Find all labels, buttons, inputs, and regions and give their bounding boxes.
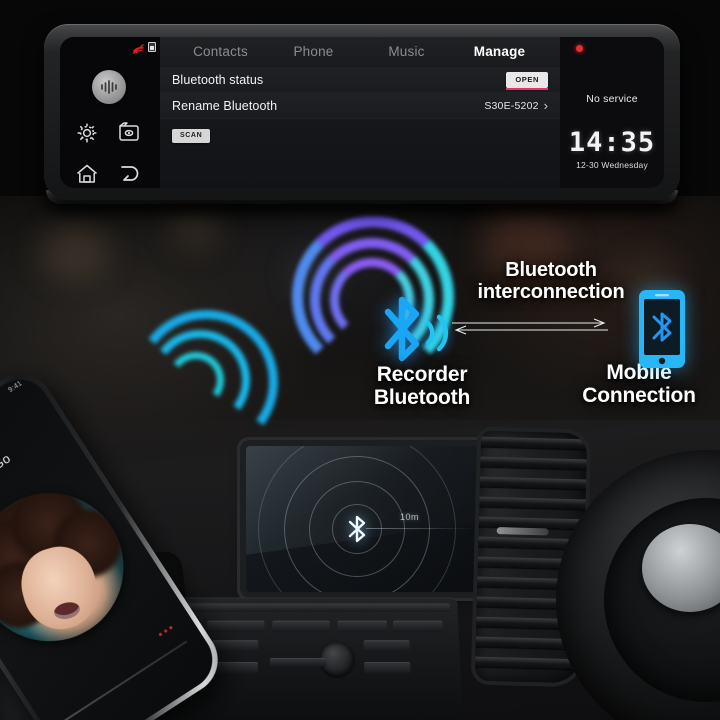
row-rename-bluetooth[interactable]: Rename Bluetooth S30E-5202 › — [160, 93, 560, 119]
recorder-label-line2: Bluetooth — [373, 385, 471, 409]
mobile-label-line2: Connection — [582, 383, 696, 407]
device-screen: Contacts Phone Music Manage Bluetooth st… — [60, 37, 664, 188]
chevron-right-icon[interactable]: › — [544, 99, 548, 112]
bluetooth-interconnection-label: Bluetooth interconnection — [462, 259, 640, 303]
interconnection-label-line2: interconnection — [477, 280, 625, 303]
console-button[interactable] — [364, 661, 411, 674]
screenshot-root: 10m Recorder Bluetooth Bluetooth interco… — [0, 0, 720, 720]
range-label: 10m — [400, 512, 420, 522]
battery-icon — [148, 41, 156, 52]
recorder-bluetooth-label: Recorder Bluetooth — [352, 363, 492, 409]
console-button[interactable] — [337, 620, 388, 633]
device-list-body: SCAN — [160, 119, 560, 188]
settings-gear-icon[interactable] — [72, 118, 102, 148]
home-icon[interactable] — [72, 159, 102, 188]
network-status-label: No service — [586, 93, 638, 105]
device-left-rail — [60, 37, 160, 188]
console-button[interactable] — [269, 658, 327, 667]
row-label: Bluetooth status — [172, 72, 264, 87]
console-button[interactable] — [392, 620, 443, 633]
tab-manage[interactable]: Manage — [453, 44, 546, 59]
bluetooth-recorder-device: Contacts Phone Music Manage Bluetooth st… — [44, 24, 680, 200]
vent-slider[interactable] — [496, 527, 549, 536]
device-status-panel: No service 14:35 12-30 Wednesday — [560, 37, 664, 188]
clock-time: 14:35 — [568, 127, 656, 158]
bluetooth-open-button[interactable]: OPEN — [506, 71, 548, 90]
progress-bar[interactable] — [60, 640, 188, 720]
tab-contacts[interactable]: Contacts — [174, 44, 267, 59]
bluetooth-name-value: S30E-5202 — [484, 99, 539, 112]
back-arrow-icon[interactable] — [114, 159, 144, 188]
mobile-phone-bluetooth-icon — [638, 289, 686, 369]
device-main-panel: Contacts Phone Music Manage Bluetooth st… — [160, 37, 560, 188]
device-status-icons — [132, 41, 156, 54]
camera-view-icon[interactable] — [114, 118, 144, 148]
clock-date: 12-30 Wednesday — [576, 160, 648, 170]
row-bluetooth-status[interactable]: Bluetooth status OPEN — [160, 67, 560, 93]
bokeh-light — [40, 226, 110, 281]
interconnection-label-line1: Bluetooth — [505, 259, 597, 281]
tab-music[interactable]: Music — [360, 44, 453, 59]
bluetooth-logo-icon — [380, 292, 424, 368]
voice-waveform-icon[interactable] — [92, 70, 126, 104]
console-button[interactable] — [363, 640, 410, 653]
car-infotainment-screen[interactable]: 10m — [246, 446, 478, 592]
bluetooth-icon — [342, 514, 372, 544]
recorder-label-line1: Recorder — [376, 363, 468, 386]
console-button[interactable] — [212, 640, 259, 653]
tab-bar: Contacts Phone Music Manage — [160, 37, 560, 67]
more-options-icon[interactable]: ••• — [155, 620, 178, 642]
row-label: Rename Bluetooth — [172, 98, 278, 113]
double-arrow-icon — [452, 318, 608, 338]
tab-phone[interactable]: Phone — [267, 44, 360, 59]
signal-muted-icon — [132, 41, 145, 54]
console-button[interactable] — [272, 620, 330, 633]
radar-distance-line — [366, 528, 476, 529]
status-time: 9:41 — [7, 380, 24, 395]
scan-button[interactable]: SCAN — [172, 129, 211, 143]
console-button[interactable] — [206, 620, 265, 633]
recording-indicator-dot — [576, 45, 583, 52]
bokeh-light — [170, 206, 220, 251]
